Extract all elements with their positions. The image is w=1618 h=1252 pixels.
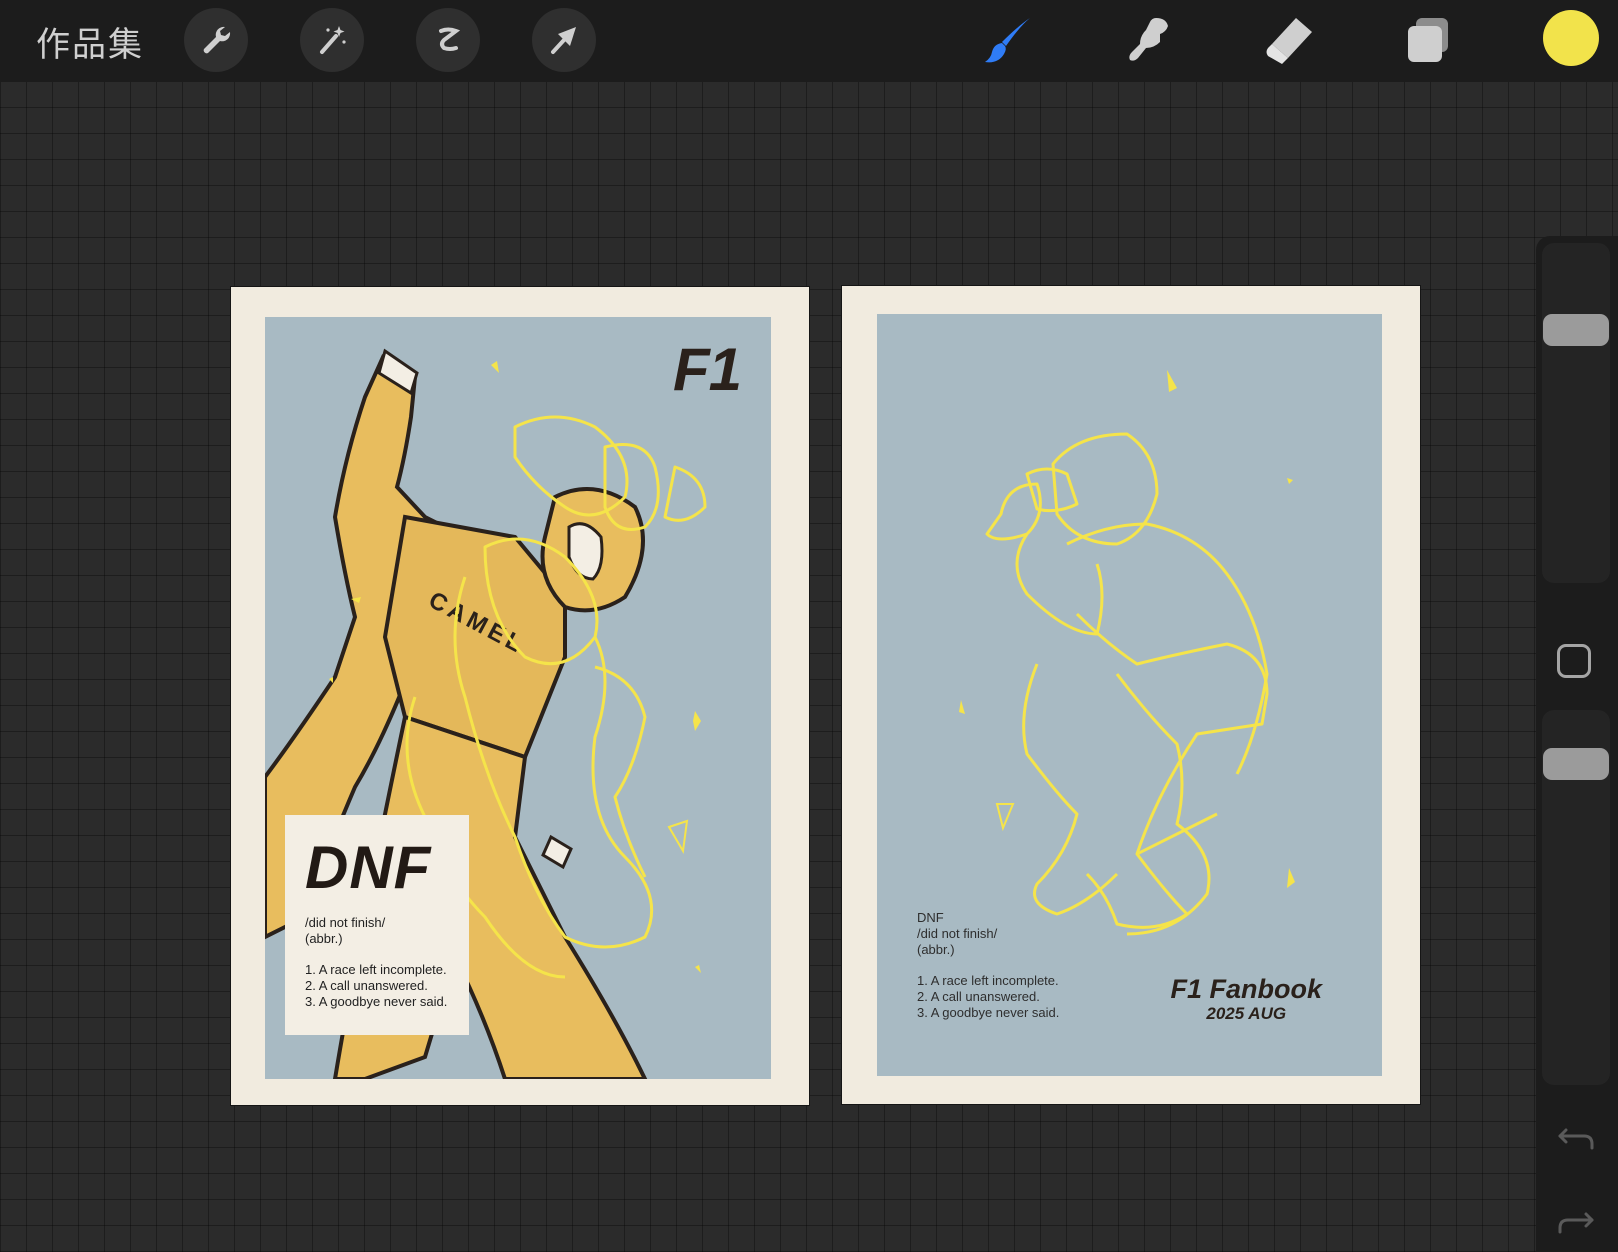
layers-icon xyxy=(1408,18,1448,62)
undo-icon[interactable] xyxy=(1556,1116,1596,1156)
definition-pos: (abbr.) xyxy=(917,942,955,957)
eraser-icon xyxy=(1266,18,1312,64)
definition-sense: 1. A race left incomplete. xyxy=(917,973,1059,988)
canvas-page-right[interactable]: DNF /did not finish/ (abbr.) 1. A race l… xyxy=(841,285,1421,1105)
definition-pronunciation: /did not finish/ xyxy=(305,915,386,930)
top-toolbar: 作品集 xyxy=(0,0,1618,82)
transform-arrow-icon xyxy=(551,27,576,54)
selection-button[interactable] xyxy=(416,8,480,72)
modify-button[interactable] xyxy=(1557,644,1591,678)
definition-word: DNF xyxy=(917,910,944,925)
color-picker-swatch[interactable] xyxy=(1543,10,1599,66)
magic-wand-icon xyxy=(320,26,346,54)
wrench-icon xyxy=(203,26,231,54)
artwork-panel-left: CAMEL F1 DNF /did not finish/ (abbr.) 1.… xyxy=(265,317,771,1079)
smudge-button[interactable] xyxy=(1116,8,1180,72)
layers-button[interactable] xyxy=(1396,8,1460,72)
fanbook-title-block: F1 Fanbook 2025 AUG xyxy=(1170,974,1322,1024)
selection-s-icon xyxy=(439,27,461,51)
left-page-title: F1 xyxy=(672,336,742,403)
artwork-panel-right: DNF /did not finish/ (abbr.) 1. A race l… xyxy=(877,314,1382,1076)
definition-card: DNF /did not finish/ (abbr.) 1. A race l… xyxy=(285,815,469,1035)
opacity-thumb[interactable] xyxy=(1543,748,1609,780)
brush-size-thumb[interactable] xyxy=(1543,314,1609,346)
fanbook-title: F1 Fanbook xyxy=(1170,974,1322,1004)
redo-icon[interactable] xyxy=(1556,1200,1596,1240)
gallery-button[interactable]: 作品集 xyxy=(36,17,144,66)
fanbook-date: 2025 AUG xyxy=(1206,1004,1287,1023)
transform-button[interactable] xyxy=(532,8,596,72)
brush-icon xyxy=(985,18,1030,63)
actions-wrench-button[interactable] xyxy=(184,8,248,72)
brush-button[interactable] xyxy=(976,8,1040,72)
definition-word: DNF xyxy=(305,834,432,901)
definition-sense: 1. A race left incomplete. xyxy=(305,962,447,977)
definition-sense: 2. A call unanswered. xyxy=(305,978,428,993)
definition-pos: (abbr.) xyxy=(305,931,343,946)
definition-pronunciation: /did not finish/ xyxy=(917,926,998,941)
definition-sense: 3. A goodbye never said. xyxy=(917,1005,1060,1020)
smudge-icon xyxy=(1129,18,1168,61)
definition-block-right: DNF /did not finish/ (abbr.) 1. A race l… xyxy=(917,910,1059,1021)
adjustments-button[interactable] xyxy=(300,8,364,72)
definition-sense: 2. A call unanswered. xyxy=(917,989,1040,1004)
brush-size-slider[interactable] xyxy=(1542,243,1610,583)
canvas-page-left[interactable]: CAMEL F1 DNF /did not finish/ (abbr.) 1.… xyxy=(230,286,810,1106)
eraser-button[interactable] xyxy=(1256,8,1320,72)
definition-sense: 3. A goodbye never said. xyxy=(305,994,448,1009)
